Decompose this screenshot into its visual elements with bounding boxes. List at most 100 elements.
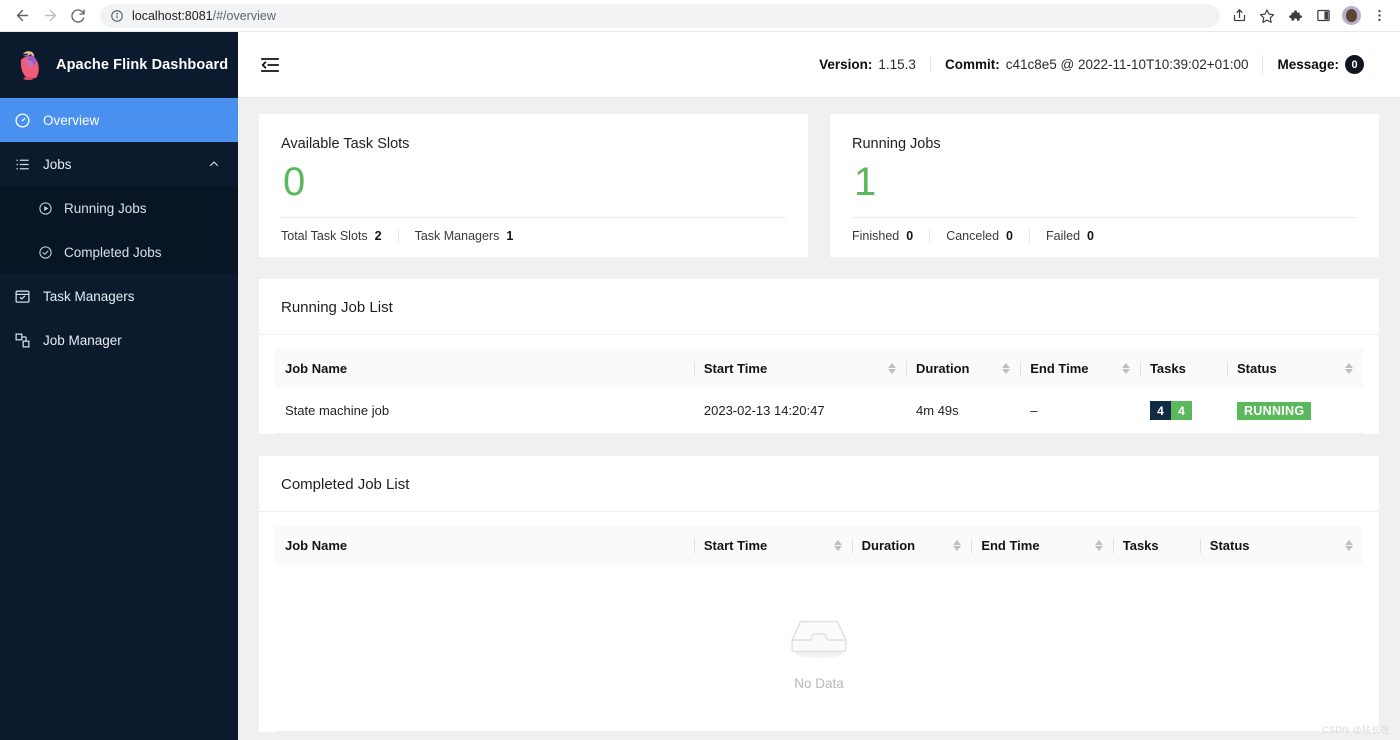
card-value: 0: [283, 160, 306, 204]
sidebar-item-jobs[interactable]: Jobs: [0, 142, 238, 186]
reload-icon[interactable]: [64, 2, 92, 30]
column-header-job-name[interactable]: Job Name: [275, 526, 694, 565]
avatar-icon[interactable]: [1338, 3, 1364, 29]
topbar-meta: Version: 1.15.3 Commit: c41c8e5 @ 2022-1…: [805, 55, 1378, 74]
column-header-duration[interactable]: Duration: [906, 349, 1021, 388]
column-label: End Time: [981, 538, 1040, 553]
site-info-icon[interactable]: [110, 9, 124, 23]
stat-label: Total Task Slots: [281, 229, 368, 243]
sort-icon[interactable]: [1345, 540, 1353, 551]
column-header-tasks[interactable]: Tasks: [1139, 349, 1227, 388]
panel-body: Job Name Start Time Duration End Time Ta…: [259, 335, 1379, 434]
stat-label: Task Managers: [414, 229, 500, 243]
share-icon[interactable]: [1226, 3, 1252, 29]
side-panel-icon[interactable]: [1310, 3, 1336, 29]
finished-stat: Finished 0: [852, 229, 929, 243]
version-group: Version: 1.15.3: [805, 57, 930, 72]
sidebar-item-job-manager[interactable]: Job Manager: [0, 318, 238, 362]
column-label: End Time: [1030, 361, 1089, 376]
list-icon: [14, 156, 31, 173]
sidebar-item-label: Task Managers: [43, 288, 135, 304]
column-header-job-name[interactable]: Job Name: [275, 349, 694, 388]
star-icon[interactable]: [1254, 3, 1280, 29]
address-bar[interactable]: localhost:8081/#/overview: [100, 3, 1220, 28]
card-footer: Finished 0 Canceled 0 Failed 0: [852, 217, 1357, 243]
card-footer: Total Task Slots 2 Task Managers 1: [281, 217, 786, 243]
sidebar-nav: Overview Jobs Running Jobs Completed Job…: [0, 98, 238, 362]
back-arrow-icon[interactable]: [8, 2, 36, 30]
content-scroll: Available Task Slots 0 Total Task Slots …: [238, 98, 1400, 740]
forward-arrow-icon[interactable]: [36, 2, 64, 30]
column-header-end-time[interactable]: End Time: [1020, 349, 1140, 388]
sidebar-item-task-managers[interactable]: Task Managers: [0, 274, 238, 318]
table-header-row: Job Name Start Time Duration End Time Ta…: [275, 349, 1363, 388]
browser-icon-group: [1226, 3, 1392, 29]
check-circle-icon: [38, 245, 53, 260]
sort-icon[interactable]: [1345, 363, 1353, 374]
column-label: Tasks: [1122, 538, 1159, 553]
column-header-duration[interactable]: Duration: [851, 526, 972, 565]
three-dot-menu-icon[interactable]: [1366, 3, 1392, 29]
message-count-badge[interactable]: 0: [1345, 55, 1364, 74]
sidebar-item-overview[interactable]: Overview: [0, 98, 238, 142]
column-label: Tasks: [1149, 361, 1186, 376]
stat-value: 0: [1087, 229, 1094, 243]
column-header-start-time[interactable]: Start Time: [693, 526, 852, 565]
task-badge-total: 4: [1149, 401, 1171, 420]
status-badge: RUNNING: [1236, 401, 1312, 420]
commit-label: Commit:: [944, 57, 1000, 72]
running-job-table: Job Name Start Time Duration End Time Ta…: [275, 349, 1363, 434]
cell-tasks: 4 4: [1139, 388, 1227, 434]
sort-icon[interactable]: [1002, 363, 1011, 374]
sort-icon[interactable]: [953, 540, 962, 551]
running-jobs-card: Running Jobs 1 Finished 0 Canceled 0 Fai…: [830, 114, 1379, 257]
empty-inbox-icon: [786, 611, 852, 666]
sort-icon[interactable]: [833, 540, 842, 551]
topbar: Version: 1.15.3 Commit: c41c8e5 @ 2022-1…: [238, 32, 1400, 98]
browser-toolbar: localhost:8081/#/overview: [0, 0, 1400, 32]
task-managers-icon: [14, 288, 31, 305]
stat-value: 1: [506, 229, 514, 243]
sidebar: Apache Flink Dashboard Overview Jobs Run…: [0, 32, 238, 740]
sort-icon[interactable]: [1121, 363, 1130, 374]
empty-state: No Data: [275, 565, 1363, 731]
dashboard-icon: [14, 112, 31, 129]
cell-job-name[interactable]: State machine job: [275, 388, 694, 434]
completed-job-table: Job Name Start Time Duration End Time Ta…: [275, 526, 1363, 565]
stat-value: 0: [906, 229, 914, 243]
card-value: 1: [854, 160, 877, 204]
menu-fold-icon[interactable]: [252, 47, 288, 83]
column-label: Job Name: [285, 361, 348, 376]
main-area: Version: 1.15.3 Commit: c41c8e5 @ 2022-1…: [238, 32, 1400, 740]
empty-state-label: No Data: [794, 676, 844, 691]
card-title: Running Jobs: [852, 136, 941, 152]
sidebar-item-completed-jobs[interactable]: Completed Jobs: [0, 230, 238, 274]
chevron-up-icon[interactable]: [208, 158, 220, 170]
card-title: Available Task Slots: [281, 136, 410, 152]
job-manager-icon: [14, 332, 31, 349]
column-header-end-time[interactable]: End Time: [971, 526, 1113, 565]
sidebar-item-label: Job Manager: [43, 332, 122, 348]
column-header-tasks[interactable]: Tasks: [1112, 526, 1200, 565]
brand[interactable]: Apache Flink Dashboard: [0, 32, 238, 98]
version-label: Version:: [819, 57, 873, 72]
version-value: 1.15.3: [878, 57, 916, 72]
stat-label: Failed: [1045, 229, 1081, 243]
column-header-start-time[interactable]: Start Time: [693, 349, 907, 388]
column-label: Status: [1236, 361, 1277, 376]
task-badge-group: 4 4: [1149, 401, 1192, 420]
panel-title: Running Job List: [259, 279, 1379, 335]
sidebar-item-running-jobs[interactable]: Running Jobs: [0, 186, 238, 230]
sort-icon[interactable]: [888, 363, 897, 374]
column-header-status[interactable]: Status: [1199, 526, 1363, 565]
url-host: localhost:8081: [132, 8, 213, 23]
stat-value: 2: [374, 229, 382, 243]
running-job-list-panel: Running Job List Job Name Start Time Dur…: [259, 279, 1379, 434]
puzzle-icon[interactable]: [1282, 3, 1308, 29]
table-row[interactable]: State machine job 2023-02-13 14:20:47 4m…: [275, 388, 1363, 434]
flink-squirrel-logo-icon: [14, 48, 46, 82]
message-group[interactable]: Message: 0: [1262, 55, 1378, 74]
cell-end-time: –: [1020, 388, 1140, 434]
sort-icon[interactable]: [1094, 540, 1103, 551]
column-header-status[interactable]: Status: [1226, 349, 1363, 388]
